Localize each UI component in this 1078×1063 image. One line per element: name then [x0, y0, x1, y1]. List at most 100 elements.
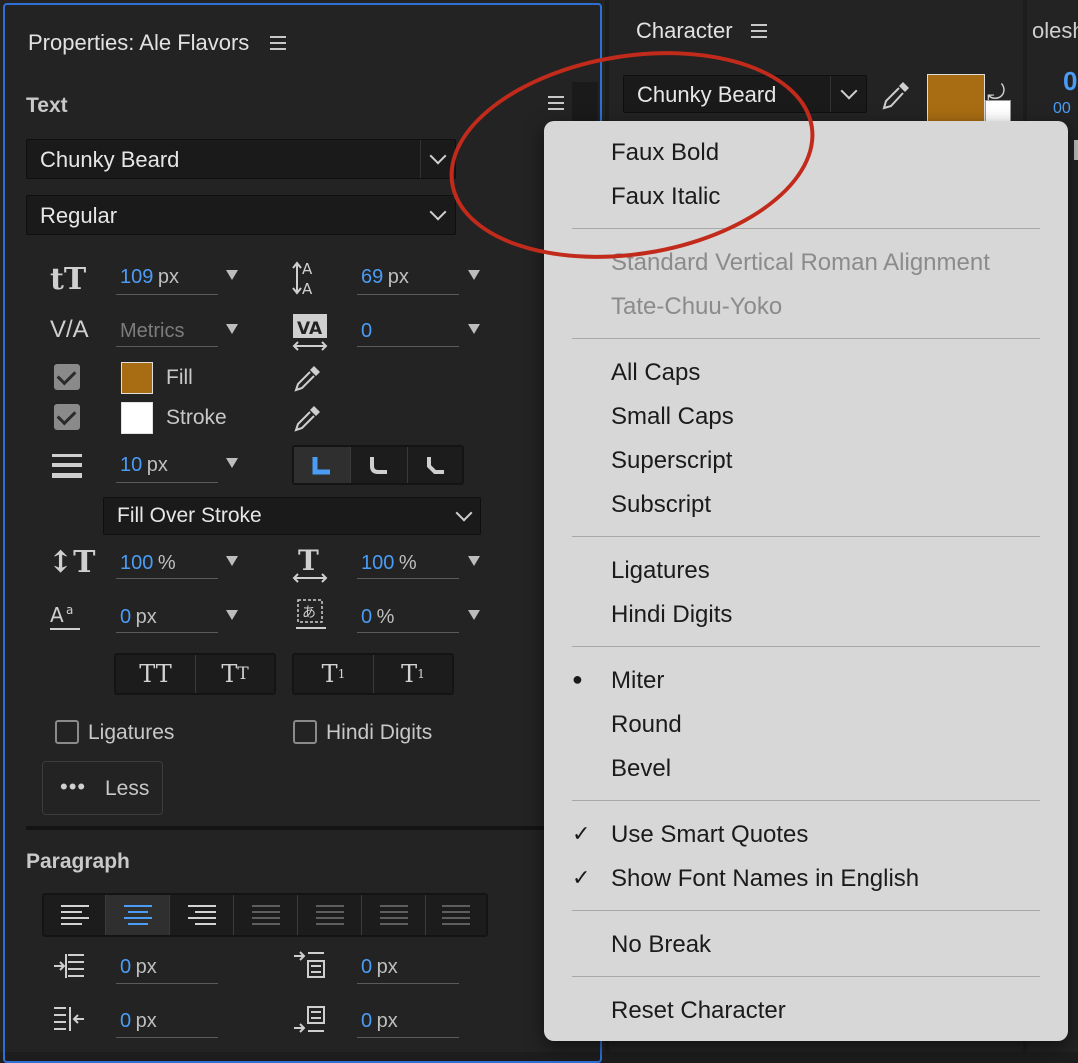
menu-item-use-smart-quotes[interactable]: Use Smart Quotes	[611, 821, 808, 849]
ligatures-label: Ligatures	[88, 721, 175, 744]
text-section-title: Text	[26, 94, 68, 117]
leading-field[interactable]: 69 px	[361, 266, 409, 289]
hindi-digits-checkbox[interactable]	[293, 720, 317, 744]
vertical-scale-field[interactable]: 100 %	[120, 552, 176, 575]
horizontal-scale-arrow[interactable]	[468, 556, 480, 566]
round-join-button[interactable]	[351, 447, 408, 483]
menu-item-standard-vertical-roman-alignment: Standard Vertical Roman Alignment	[611, 249, 990, 276]
stroke-order-dropdown[interactable]: Fill Over Stroke	[103, 497, 481, 535]
miter-join-button[interactable]	[294, 447, 351, 483]
scroll-marker	[1074, 140, 1078, 160]
stroke-checkbox[interactable]	[54, 404, 80, 430]
baseline-shift-icon: Aa	[50, 600, 84, 634]
stroke-order-value: Fill Over Stroke	[117, 504, 262, 527]
paragraph-section-title: Paragraph	[26, 850, 130, 873]
menu-item-miter[interactable]: Miter	[611, 667, 664, 695]
eyedropper-icon[interactable]	[292, 402, 324, 434]
fill-checkbox[interactable]	[54, 364, 80, 390]
space-after-field[interactable]: 0 px	[361, 1010, 398, 1033]
vertical-scale-icon: ↕T	[48, 545, 96, 580]
tsume-field[interactable]: 0 %	[361, 606, 394, 629]
menu-item-all-caps[interactable]: All Caps	[611, 359, 700, 387]
stroke-color-swatch[interactable]	[121, 402, 153, 434]
space-after-icon	[292, 1004, 326, 1036]
tracking-field[interactable]: 0	[361, 320, 372, 343]
caps-buttons: TT TT	[114, 653, 276, 695]
leading-icon: AA	[292, 258, 326, 298]
svg-text:A: A	[50, 603, 64, 627]
menu-item-tate-chuu-yoko: Tate-Chuu-Yoko	[611, 293, 783, 320]
baseline-shift-field[interactable]: 0 px	[120, 606, 157, 629]
paragraph-align-buttons	[42, 893, 488, 937]
character-fill-swatch[interactable]	[927, 74, 985, 124]
space-before-field[interactable]: 0 px	[361, 956, 398, 979]
stroke-width-icon	[52, 452, 82, 480]
small-caps-button[interactable]: TT	[196, 655, 274, 693]
tsume-arrow[interactable]	[468, 610, 480, 620]
justify-last-left-button[interactable]	[234, 895, 298, 935]
justify-all-button[interactable]	[426, 895, 486, 935]
eyedropper-icon[interactable]	[292, 362, 324, 394]
menu-item-round[interactable]: Round	[611, 711, 682, 739]
tracking-icon: VA	[292, 312, 328, 352]
stroke-width-arrow[interactable]	[226, 458, 238, 468]
panel-menu-icon[interactable]	[270, 36, 286, 50]
menu-item-small-caps[interactable]: Small Caps	[611, 403, 734, 431]
ligatures-checkbox[interactable]	[55, 720, 79, 744]
svg-text:A: A	[302, 280, 313, 298]
fill-color-swatch[interactable]	[121, 362, 153, 394]
all-caps-button[interactable]: TT	[116, 655, 196, 693]
kerning-icon: V/A	[50, 316, 89, 343]
subscript-button[interactable]: T1	[374, 655, 452, 693]
indent-right-field[interactable]: 0 px	[120, 1010, 157, 1033]
chevron-down-icon	[840, 82, 858, 100]
less-label: Less	[105, 777, 150, 800]
menu-item-ligatures[interactable]: Ligatures	[611, 557, 710, 585]
superscript-button[interactable]: T1	[294, 655, 374, 693]
adjacent-panel-tab[interactable]: olesh	[1032, 18, 1078, 44]
stroke-width-field[interactable]: 10 px	[120, 454, 168, 477]
hindi-digits-label: Hindi Digits	[326, 721, 433, 744]
less-button[interactable]: ••• Less	[42, 761, 163, 815]
character-panel-menu-icon[interactable]	[751, 24, 767, 38]
kerning-field[interactable]: Metrics	[120, 320, 184, 343]
font-style-dropdown[interactable]: Regular	[26, 195, 456, 235]
justify-last-center-button[interactable]	[298, 895, 362, 935]
eyedropper-icon[interactable]	[879, 78, 913, 112]
horizontal-scale-field[interactable]: 100 %	[361, 552, 417, 575]
character-panel-title: Character	[636, 18, 733, 43]
checkmark-icon: ✓	[572, 865, 591, 890]
vertical-scale-arrow[interactable]	[226, 556, 238, 566]
kerning-arrow[interactable]	[226, 324, 238, 334]
font-size-icon: tT	[50, 262, 87, 297]
font-size-field[interactable]: 109 px	[120, 266, 179, 289]
bevel-join-button[interactable]	[408, 447, 464, 483]
line-join-buttons	[292, 445, 464, 485]
font-family-dropdown[interactable]: Chunky Beard	[26, 139, 456, 179]
align-right-button[interactable]	[170, 895, 234, 935]
baseline-shift-arrow[interactable]	[226, 610, 238, 620]
menu-item-subscript[interactable]: Subscript	[611, 491, 711, 519]
svg-text:あ: あ	[302, 605, 316, 621]
leading-arrow[interactable]	[468, 270, 480, 280]
chevron-down-icon	[429, 147, 447, 165]
indent-right-icon	[52, 1005, 86, 1035]
justify-last-right-button[interactable]	[362, 895, 426, 935]
menu-item-no-break[interactable]: No Break	[611, 931, 711, 959]
tracking-arrow[interactable]	[468, 324, 480, 334]
panel-title: Properties: Ale Flavors	[28, 30, 250, 55]
font-size-arrow[interactable]	[226, 270, 238, 280]
horizontal-scale-icon: T	[292, 544, 328, 584]
indent-left-icon	[52, 952, 86, 982]
stroke-label: Stroke	[166, 406, 227, 429]
align-center-button[interactable]	[106, 895, 170, 935]
menu-item-bevel[interactable]: Bevel	[611, 755, 671, 783]
chevron-down-icon	[429, 203, 447, 221]
svg-text:a: a	[66, 603, 73, 617]
align-left-button[interactable]	[44, 895, 106, 935]
menu-item-superscript[interactable]: Superscript	[611, 447, 732, 475]
menu-item-reset-character[interactable]: Reset Character	[611, 997, 786, 1025]
menu-item-show-font-names-in-english[interactable]: Show Font Names in English	[611, 865, 919, 893]
menu-item-hindi-digits[interactable]: Hindi Digits	[611, 601, 732, 629]
indent-left-field[interactable]: 0 px	[120, 956, 157, 979]
